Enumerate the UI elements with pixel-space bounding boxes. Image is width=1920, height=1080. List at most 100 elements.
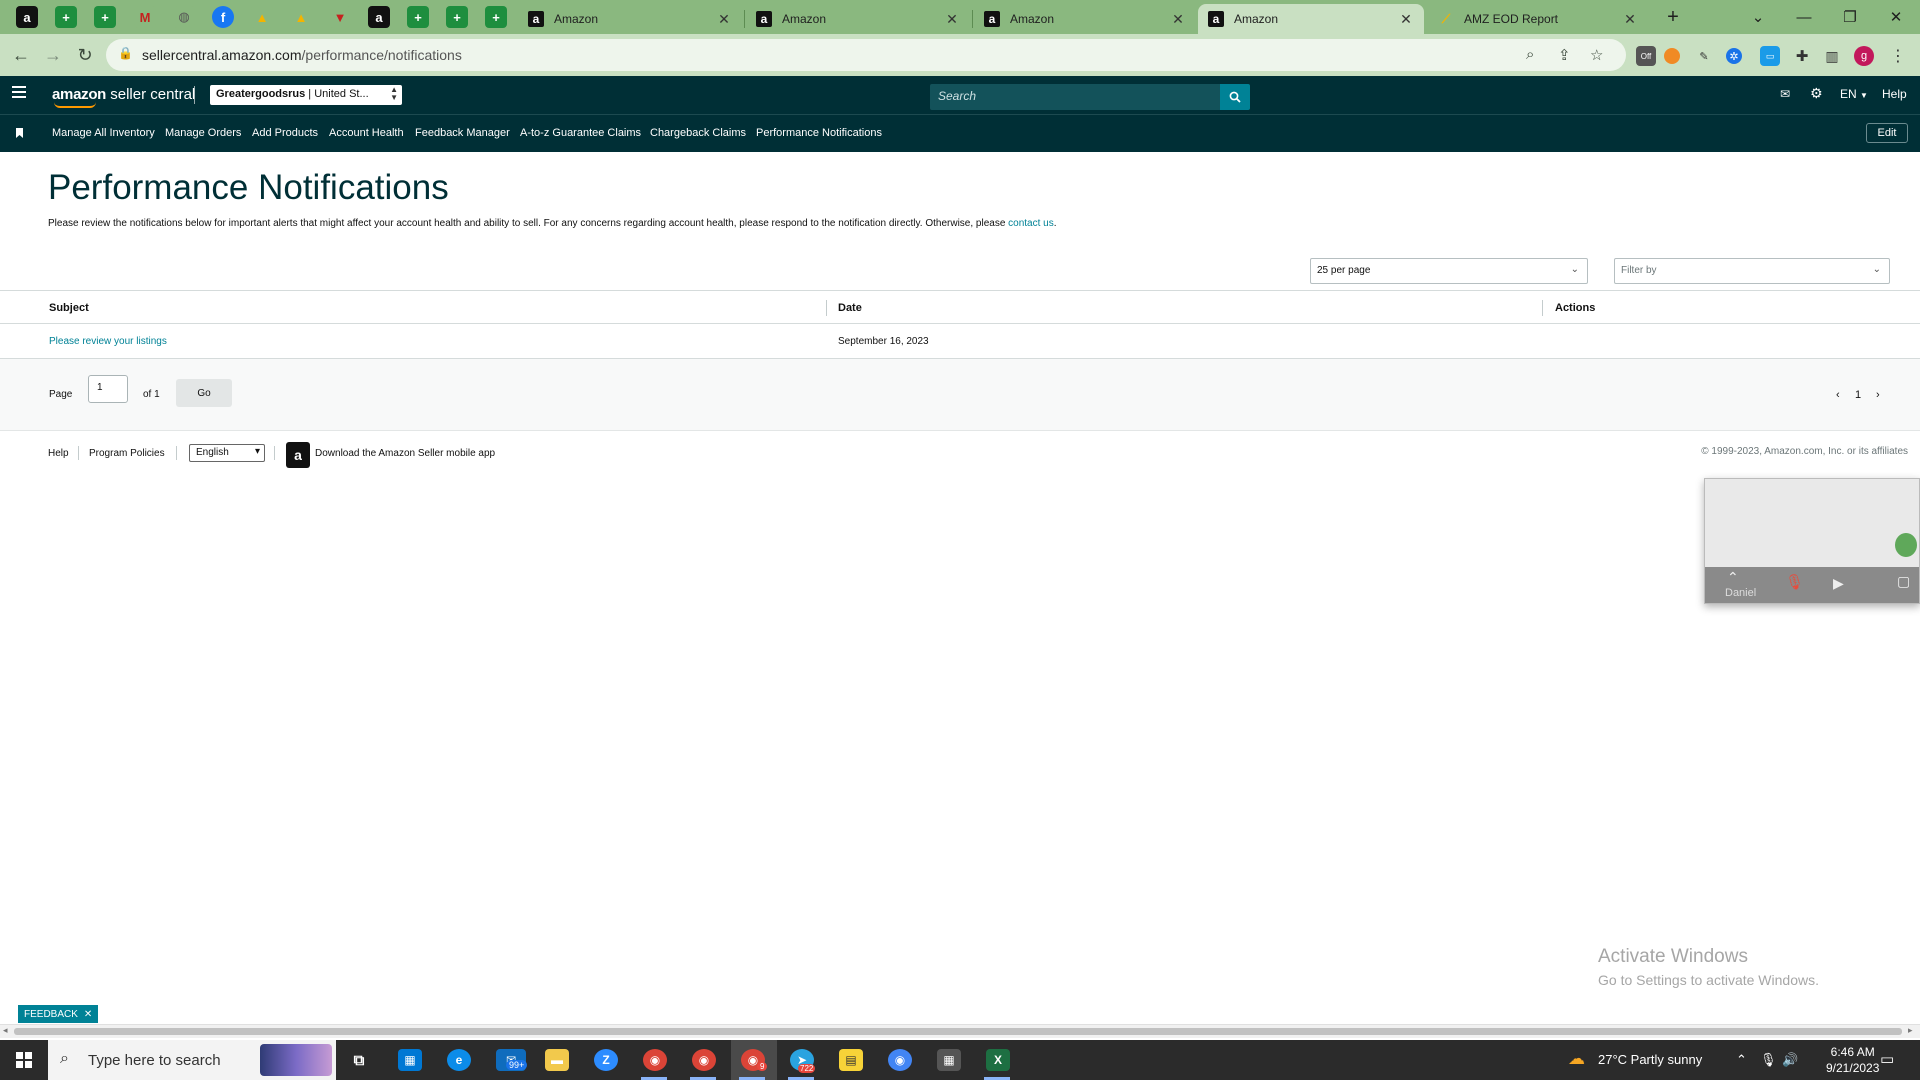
store-icon[interactable]: ▦	[398, 1049, 422, 1071]
reload-button[interactable]: ↻	[72, 42, 98, 68]
close-tab-icon[interactable]: ✕	[1398, 11, 1414, 28]
filter-select[interactable]: Filter by ⌄	[1614, 258, 1890, 284]
tab-amazon-2[interactable]: a Amazon ✕	[746, 4, 970, 34]
search-input[interactable]: Search	[930, 84, 1220, 110]
nav-add-products[interactable]: Add Products	[252, 127, 318, 139]
mail-icon[interactable]: ✉	[1780, 87, 1790, 101]
new-tab-button[interactable]: +	[1653, 4, 1693, 30]
notification-center-icon[interactable]: ▭	[1880, 1050, 1894, 1068]
feedback-button[interactable]: FEEDBACK ✕	[18, 1005, 99, 1023]
restore-button[interactable]: ❐	[1830, 4, 1870, 30]
pinned-tab-sheets-icon[interactable]: +	[55, 6, 77, 28]
camera-icon[interactable]: ▶	[1833, 575, 1844, 592]
edge-icon[interactable]: e	[447, 1049, 471, 1071]
chrome-icon[interactable]: ◉	[692, 1049, 716, 1071]
horizontal-scrollbar[interactable]: ◂ ▸	[0, 1024, 1920, 1038]
pinned-tab-drive-icon[interactable]: ▲	[290, 6, 312, 28]
chrome-icon[interactable]: ◉	[888, 1049, 912, 1071]
lock-icon[interactable]: 🔒	[118, 46, 133, 60]
excel-icon[interactable]: X	[986, 1049, 1010, 1071]
prev-page-chevron-icon[interactable]: ‹	[1836, 389, 1840, 401]
extension-tool-icon[interactable]: ✎	[1694, 46, 1714, 66]
pinned-tab-gmail-icon[interactable]: M	[134, 6, 156, 28]
show-hidden-icons-chevron-icon[interactable]: ⌃	[1736, 1052, 1747, 1068]
seller-central-logo[interactable]: amazon seller central	[52, 86, 195, 103]
profile-avatar[interactable]: g	[1854, 46, 1874, 66]
bookmark-star-icon[interactable]: ☆	[1590, 46, 1603, 64]
pinned-tab-sheets-icon[interactable]: +	[94, 6, 116, 28]
mic-muted-icon[interactable]: 🎙	[1785, 573, 1804, 591]
pinned-tab-globe-icon[interactable]: ◍	[173, 6, 195, 28]
share-screen-icon[interactable]: ▢	[1897, 573, 1910, 590]
go-button[interactable]: Go	[176, 379, 232, 407]
windows-start-icon[interactable]	[16, 1052, 32, 1068]
task-view-icon[interactable]: ⧉	[347, 1049, 371, 1071]
footer-language-select[interactable]: English ▾	[189, 444, 265, 462]
address-bar[interactable]: 🔒 sellercentral.amazon.com/performance/n…	[106, 39, 1626, 71]
column-subject[interactable]: Subject	[49, 302, 89, 314]
pinned-tab-sheets-icon[interactable]: +	[446, 6, 468, 28]
extension-firefox-icon[interactable]	[1664, 48, 1680, 64]
zoom-app-icon[interactable]: Z	[594, 1049, 618, 1071]
extension-compass-icon[interactable]: ✲	[1726, 48, 1742, 64]
language-selector[interactable]: EN ▼	[1840, 87, 1868, 101]
close-tab-icon[interactable]: ✕	[1622, 11, 1638, 28]
video-call-overlay[interactable]: ⌃ 🎙 ▶ ▢ Daniel	[1704, 478, 1920, 604]
contact-us-link[interactable]: contact us	[1008, 218, 1054, 229]
tab-search-chevron-down-icon[interactable]: ⌄	[1738, 4, 1778, 30]
nav-manage-all-inventory[interactable]: Manage All Inventory	[52, 127, 155, 139]
pinned-tab-amazon-icon[interactable]: a	[16, 6, 38, 28]
footer-program-policies-link[interactable]: Program Policies	[89, 448, 165, 459]
pinned-tab-amazon-icon[interactable]: a	[368, 6, 390, 28]
download-app-link[interactable]: Download the Amazon Seller mobile app	[315, 448, 495, 459]
zoom-icon[interactable]: ⌕	[1526, 46, 1534, 63]
file-explorer-icon[interactable]: ▬	[545, 1049, 569, 1071]
tab-amz-eod-report[interactable]: ⟋ AMZ EOD Report ✕	[1428, 4, 1648, 34]
extensions-puzzle-icon[interactable]: ✚	[1792, 46, 1812, 66]
header-help-link[interactable]: Help	[1882, 87, 1907, 101]
close-tab-icon[interactable]: ✕	[716, 11, 732, 28]
hamburger-menu-icon[interactable]	[12, 86, 26, 101]
close-icon[interactable]: ✕	[84, 1009, 92, 1020]
side-panel-icon[interactable]: ▥	[1822, 46, 1842, 66]
pinned-tab-drive-icon[interactable]: ▲	[251, 6, 273, 28]
volume-icon[interactable]: 🔊	[1782, 1052, 1798, 1068]
next-page-chevron-icon[interactable]: ›	[1876, 389, 1880, 401]
tab-amazon-3[interactable]: a Amazon ✕	[974, 4, 1196, 34]
microphone-icon[interactable]: 🎙	[1760, 1052, 1777, 1068]
nav-feedback-manager[interactable]: Feedback Manager	[415, 127, 510, 139]
taskbar-clock[interactable]: 6:46 AM 9/21/2023	[1826, 1044, 1879, 1076]
weather-icon[interactable]: ☁	[1568, 1049, 1585, 1069]
search-button[interactable]	[1220, 84, 1250, 110]
nav-account-health[interactable]: Account Health	[329, 127, 404, 139]
current-page-number[interactable]: 1	[1855, 389, 1861, 401]
scroll-left-icon[interactable]: ◂	[3, 1025, 8, 1036]
pinned-tab-facebook-icon[interactable]: f	[212, 6, 234, 28]
nav-chargeback-claims[interactable]: Chargeback Claims	[650, 127, 746, 139]
close-tab-icon[interactable]: ✕	[1170, 11, 1186, 28]
pinned-tab-app-icon[interactable]: ▼	[329, 6, 351, 28]
edit-nav-button[interactable]: Edit	[1866, 123, 1908, 143]
pinned-tab-sheets-icon[interactable]: +	[485, 6, 507, 28]
nav-performance-notifications[interactable]: Performance Notifications	[756, 127, 882, 139]
gear-icon[interactable]: ⚙	[1810, 85, 1823, 102]
pinned-tab-sheets-icon[interactable]: +	[407, 6, 429, 28]
share-icon[interactable]: ⇪	[1558, 46, 1571, 64]
scroll-right-icon[interactable]: ▸	[1908, 1025, 1913, 1036]
calculator-icon[interactable]: ▦	[937, 1049, 961, 1071]
nav-manage-orders[interactable]: Manage Orders	[165, 127, 241, 139]
forward-button[interactable]: →	[40, 42, 66, 68]
scrollbar-thumb[interactable]	[14, 1028, 1902, 1035]
chevron-up-icon[interactable]: ⌃	[1727, 569, 1739, 586]
column-date[interactable]: Date	[838, 302, 862, 314]
amazon-app-icon[interactable]: a	[286, 442, 310, 468]
extension-off-icon[interactable]: Off	[1636, 46, 1656, 66]
extension-zoom-icon[interactable]: ▭	[1760, 46, 1780, 66]
page-number-input[interactable]: 1	[88, 375, 128, 403]
minimize-button[interactable]: —	[1784, 4, 1824, 30]
sticky-notes-icon[interactable]: ▤	[839, 1049, 863, 1071]
close-window-button[interactable]: ✕	[1876, 4, 1916, 30]
tab-amazon-1[interactable]: a Amazon ✕	[518, 4, 742, 34]
nav-a-to-z-claims[interactable]: A-to-z Guarantee Claims	[520, 127, 641, 139]
weather-text[interactable]: 27°C Partly sunny	[1598, 1052, 1702, 1067]
